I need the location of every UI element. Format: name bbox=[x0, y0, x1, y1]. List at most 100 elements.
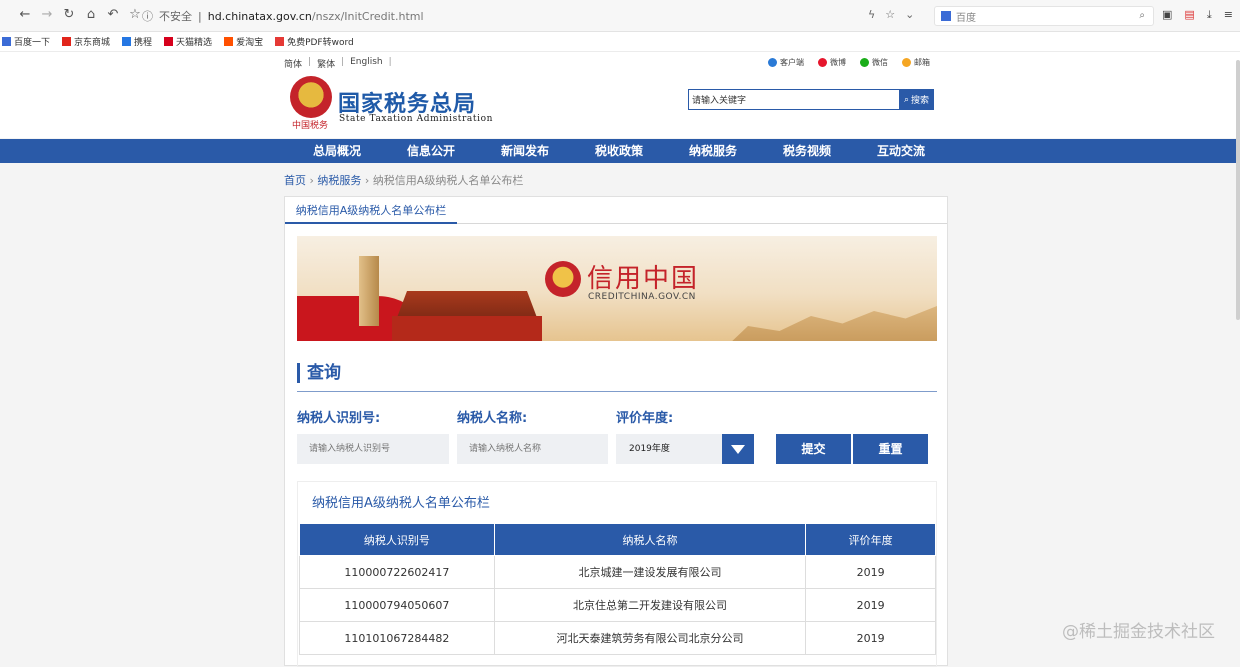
lightning-icon[interactable]: ϟ bbox=[868, 8, 875, 21]
breadcrumb-section[interactable]: 纳税服务 bbox=[317, 174, 361, 187]
browser-right-tools: ▣ ▤ ⤓ ≡ bbox=[1162, 8, 1233, 22]
jd-icon bbox=[62, 37, 72, 46]
star-icon[interactable]: ☆ bbox=[128, 8, 142, 22]
credit-china-banner: 信用中国 CREDITCHINA.GOV.CN bbox=[297, 236, 937, 341]
banner-title: 信用中国 bbox=[587, 264, 700, 294]
pdf-extension-icon[interactable]: ▤ bbox=[1184, 8, 1194, 22]
cell-year: 2019 bbox=[805, 621, 936, 655]
nav-item-policy[interactable]: 税收政策 bbox=[572, 139, 666, 163]
page-scrollbar[interactable] bbox=[1236, 60, 1240, 320]
cell-year: 2019 bbox=[805, 588, 936, 622]
phone-icon bbox=[768, 58, 777, 67]
bookmark-item[interactable]: 携程 bbox=[122, 35, 152, 48]
submit-button[interactable]: 提交 bbox=[776, 434, 851, 464]
browser-search-box[interactable]: 百度 ⌕ bbox=[934, 6, 1154, 26]
table-row: 110000722602417 北京城建一建设发展有限公司 2019 bbox=[299, 555, 936, 589]
year-select[interactable]: 2019年度 bbox=[616, 434, 754, 464]
tab-divider bbox=[457, 223, 947, 224]
tax-emblem-icon bbox=[290, 76, 332, 118]
cell-year: 2019 bbox=[805, 555, 936, 589]
cell-taxpayer-name: 北京城建一建设发展有限公司 bbox=[493, 555, 807, 589]
reset-button[interactable]: 重置 bbox=[853, 434, 928, 464]
taxpayer-id-input[interactable] bbox=[297, 434, 449, 464]
banner-subtitle: CREDITCHINA.GOV.CN bbox=[588, 292, 696, 302]
undo-icon[interactable]: ↶ bbox=[106, 8, 120, 22]
mail-icon bbox=[902, 58, 911, 67]
city-skyline bbox=[727, 306, 937, 341]
breadcrumb-current: 纳税信用A级纳税人名单公布栏 bbox=[372, 174, 524, 187]
tab-credit-list[interactable]: 纳税信用A级纳税人名单公布栏 bbox=[285, 197, 457, 224]
pdf-icon bbox=[275, 37, 285, 46]
bookmark-item[interactable]: 爱淘宝 bbox=[224, 35, 263, 48]
bookmark-item[interactable]: 京东商城 bbox=[62, 35, 110, 48]
table-header-row: 纳税人识别号 纳税人名称 评价年度 bbox=[299, 523, 936, 556]
national-emblem-icon bbox=[545, 261, 581, 297]
table-row: 110000794050607 北京住总第二开发建设有限公司 2019 bbox=[299, 588, 936, 622]
address-bar[interactable]: ⓘ 不安全 | hd.chinatax.gov.cn /nszx/InitCre… bbox=[142, 6, 922, 26]
back-icon[interactable]: ← bbox=[18, 8, 32, 22]
paw-icon bbox=[941, 11, 951, 21]
bookmark-item[interactable]: 百度一下 bbox=[2, 35, 50, 48]
ctrip-icon bbox=[122, 37, 132, 46]
wechat-link[interactable]: 微信 bbox=[860, 57, 888, 68]
weibo-link[interactable]: 微博 bbox=[818, 57, 846, 68]
cell-taxpayer-id: 110000794050607 bbox=[299, 588, 495, 622]
browser-toolbar: ← → ↻ ⌂ ↶ ☆ ⓘ 不安全 | hd.chinatax.gov.cn /… bbox=[0, 0, 1240, 32]
nav-item-overview[interactable]: 总局概况 bbox=[290, 139, 384, 163]
header-year: 评价年度 bbox=[805, 523, 936, 556]
main-nav: 总局概况 信息公开 新闻发布 税收政策 纳税服务 税务视频 互动交流 bbox=[0, 139, 1240, 163]
year-label: 评价年度: bbox=[616, 411, 674, 426]
taxpayer-name-input[interactable] bbox=[457, 434, 608, 464]
client-link[interactable]: 客户端 bbox=[768, 57, 804, 68]
content-panel: 纳税信用A级纳税人名单公布栏 信用中国 CREDITCHINA.GOV.CN 查… bbox=[284, 196, 948, 667]
breadcrumb: 首页 › 纳税服务 › 纳税信用A级纳税人名单公布栏 bbox=[284, 174, 524, 187]
browser-search-placeholder: 百度 bbox=[956, 12, 976, 24]
nav-item-interaction[interactable]: 互动交流 bbox=[854, 139, 948, 163]
site-search-button[interactable]: ⌕ 搜索 bbox=[899, 89, 934, 110]
nav-item-service[interactable]: 纳税服务 bbox=[666, 139, 760, 163]
bookmark-item[interactable]: 天猫精选 bbox=[164, 35, 212, 48]
mail-link[interactable]: 邮箱 bbox=[902, 57, 930, 68]
taxpayer-name-label: 纳税人名称: bbox=[457, 411, 528, 426]
extension-icon[interactable]: ▣ bbox=[1162, 8, 1172, 22]
tmall-icon bbox=[164, 37, 174, 46]
home-icon[interactable]: ⌂ bbox=[84, 8, 98, 22]
download-icon[interactable]: ⤓ bbox=[1207, 8, 1212, 22]
taobao-icon bbox=[224, 37, 234, 46]
security-label: 不安全 bbox=[159, 10, 192, 23]
menu-icon[interactable]: ≡ bbox=[1224, 8, 1233, 22]
url-host: hd.chinatax.gov.cn bbox=[207, 9, 312, 23]
site-title-en: State Taxation Administration bbox=[339, 114, 493, 124]
lang-traditional[interactable]: 繁体 bbox=[317, 57, 335, 70]
taxpayer-id-label: 纳税人识别号: bbox=[297, 411, 381, 426]
results-section: 纳税信用A级纳税人名单公布栏 纳税人识别号 纳税人名称 评价年度 1100007… bbox=[297, 481, 937, 667]
year-select-value: 2019年度 bbox=[629, 444, 670, 454]
nav-item-news[interactable]: 新闻发布 bbox=[478, 139, 572, 163]
watermark: @稀土掘金技术社区 bbox=[1062, 622, 1215, 642]
lang-english[interactable]: English bbox=[350, 57, 383, 70]
nav-item-info[interactable]: 信息公开 bbox=[384, 139, 478, 163]
wechat-icon bbox=[860, 58, 869, 67]
bookmark-item[interactable]: 免费PDF转word bbox=[275, 35, 354, 48]
info-icon: ⓘ bbox=[142, 10, 153, 23]
nav-item-video[interactable]: 税务视频 bbox=[760, 139, 854, 163]
table-row: 110101067284482 河北天泰建筑劳务有限公司北京分公司 2019 bbox=[299, 621, 936, 655]
chevron-down-icon[interactable] bbox=[722, 434, 754, 464]
search-icon[interactable]: ⌕ bbox=[1139, 10, 1145, 21]
forward-icon[interactable]: → bbox=[40, 8, 54, 22]
cell-taxpayer-id: 110101067284482 bbox=[299, 621, 495, 655]
breadcrumb-home[interactable]: 首页 bbox=[284, 174, 306, 187]
weibo-icon bbox=[818, 58, 827, 67]
search-icon: ⌕ bbox=[903, 94, 910, 105]
emblem-caption: 中国税务 bbox=[292, 121, 329, 131]
reload-icon[interactable]: ↻ bbox=[62, 8, 76, 22]
bookmark-star-icon[interactable]: ☆ bbox=[885, 8, 895, 21]
site-logo[interactable]: 中国税务 国家税务总局 State Taxation Administratio… bbox=[290, 76, 493, 134]
header-taxpayer-name: 纳税人名称 bbox=[493, 523, 807, 556]
url-path: /nszx/InitCredit.html bbox=[311, 9, 424, 23]
site-header: 简体 | 繁体 | English | 客户端 微博 微信 邮箱 中国税务 国家… bbox=[0, 52, 1240, 138]
results-table: 纳税人识别号 纳税人名称 评价年度 110000722602417 北京城建一建… bbox=[299, 523, 936, 655]
lang-simplified[interactable]: 简体 bbox=[284, 57, 302, 70]
dropdown-icon[interactable]: ⌄ bbox=[905, 8, 914, 21]
site-search-input[interactable] bbox=[688, 89, 900, 110]
